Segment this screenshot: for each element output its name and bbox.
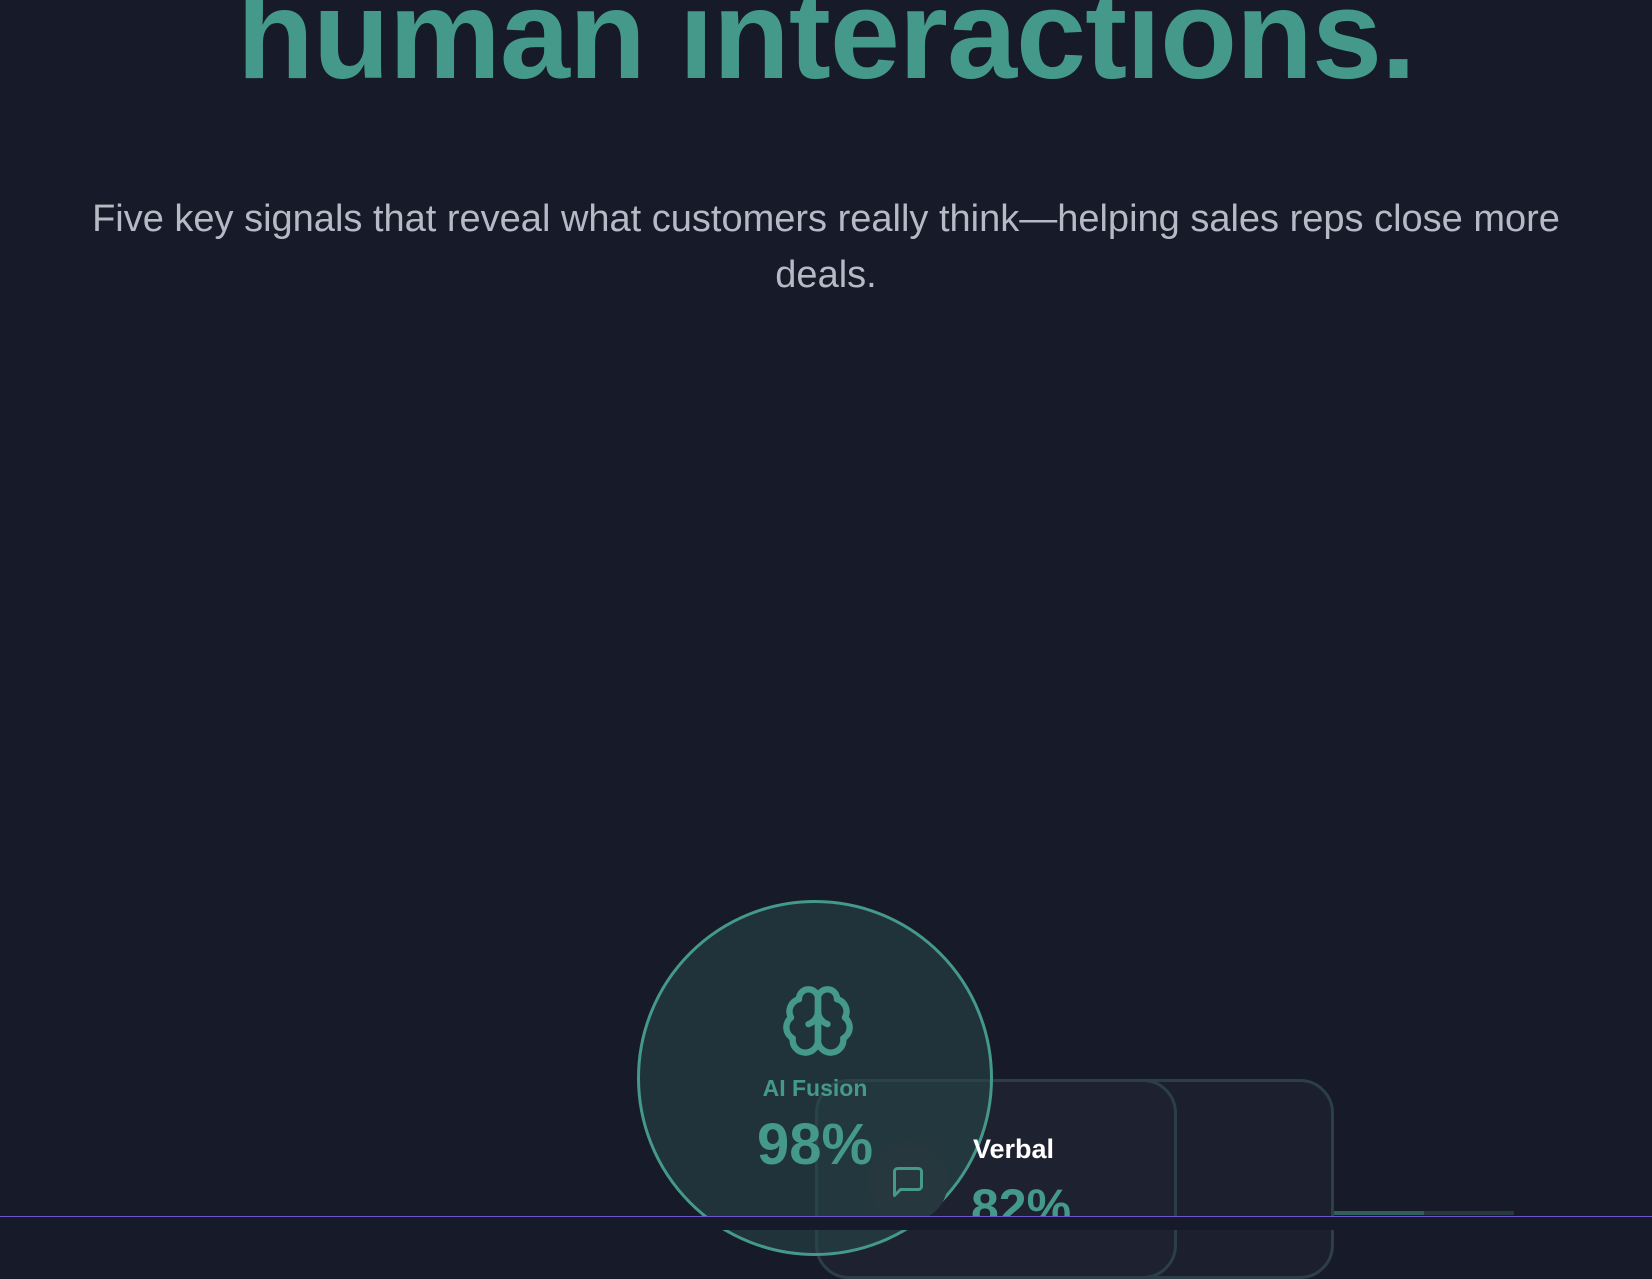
hero-headline-container: human interactions. (0, 0, 1652, 112)
signal-progress-fill (1334, 1211, 1424, 1215)
brain-icon (783, 986, 853, 1056)
chat-bubble-icon (893, 1167, 923, 1197)
chat-icon-badge (868, 1142, 948, 1222)
ai-fusion-label: AI Fusion (762, 1075, 868, 1101)
viewport-bottom-strip (0, 1217, 1652, 1230)
signal-progress-track (1334, 1211, 1514, 1215)
hero-subtitle: Five key signals that reveal what custom… (92, 198, 1560, 296)
verbal-label: Verbal (973, 1134, 1055, 1164)
hero-headline: human interactions. (236, 0, 1416, 105)
